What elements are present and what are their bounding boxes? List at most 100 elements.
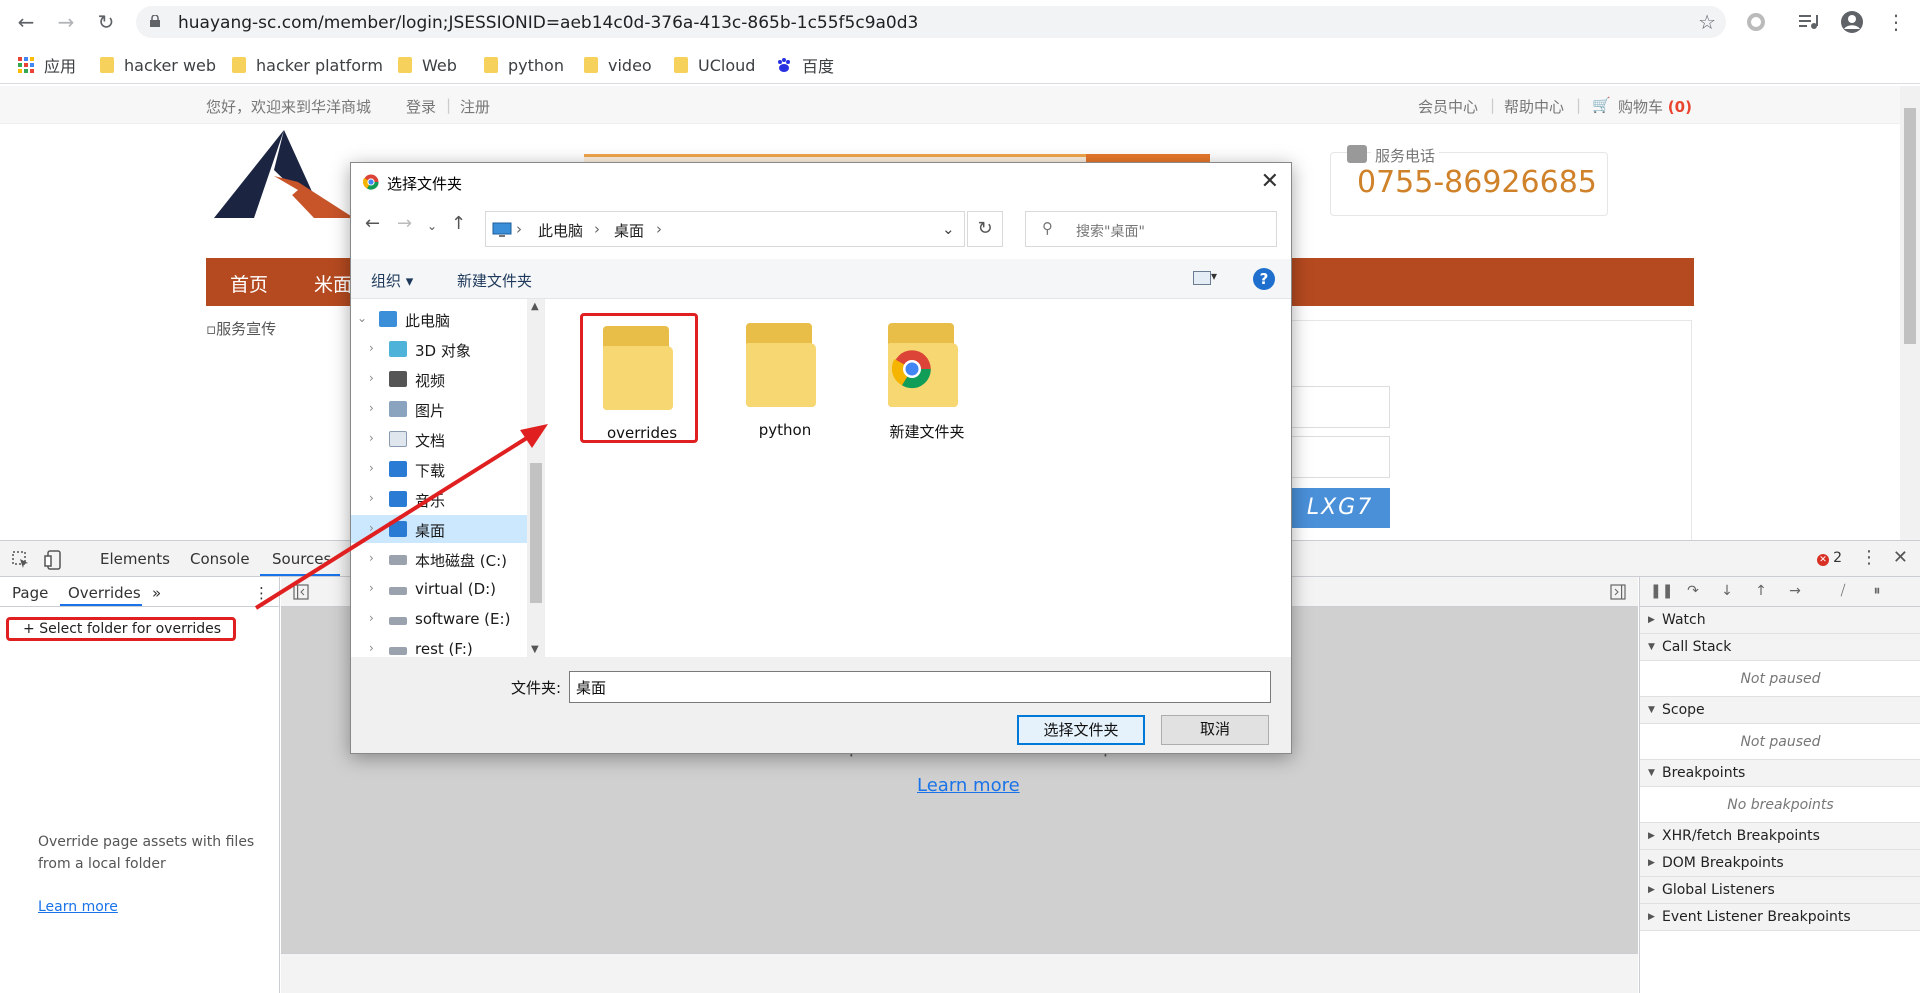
tree-item-music[interactable]: › 音乐: [351, 485, 527, 513]
toggle-navigator-icon[interactable]: [293, 584, 309, 600]
folder-overrides[interactable]: overrides: [580, 313, 698, 443]
tab-sources[interactable]: Sources: [272, 550, 331, 568]
dialog-up-icon[interactable]: ↑: [451, 213, 466, 234]
step-over-icon[interactable]: ↷: [1684, 583, 1702, 601]
bookmark-hacker-web[interactable]: hacker web: [100, 54, 216, 76]
chevron-right-icon[interactable]: ›: [369, 641, 374, 655]
pause-icon[interactable]: ❚❚: [1650, 583, 1673, 601]
omnibox[interactable]: huayang-sc.com/member/login;JSESSIONID=a…: [136, 6, 1726, 38]
recent-locations-icon[interactable]: ⌄: [427, 219, 437, 233]
address-breadcrumb[interactable]: › 此电脑 › 桌面 › ⌄: [485, 211, 965, 247]
cart-icon[interactable]: 🛒: [1592, 96, 1611, 114]
cancel-button[interactable]: 取消: [1161, 715, 1269, 745]
bookmark-apps[interactable]: 应用: [18, 54, 76, 76]
inspect-element-icon[interactable]: [12, 551, 30, 569]
cart-link[interactable]: 购物车 (0): [1618, 96, 1692, 117]
select-folder-for-overrides-button[interactable]: + Select folder for overrides: [6, 617, 236, 641]
scrollbar-thumb[interactable]: [530, 463, 542, 603]
section-scope[interactable]: ▼ Scope: [1640, 697, 1920, 724]
chevron-right-icon[interactable]: ›: [369, 341, 374, 355]
menu-kebab-icon[interactable]: ⋮: [1884, 10, 1908, 34]
path-dropdown-icon[interactable]: ⌄: [942, 220, 955, 238]
deactivate-breakpoints-icon[interactable]: ⧸: [1834, 583, 1852, 601]
section-watch[interactable]: ▶ Watch: [1640, 607, 1920, 634]
bookmark-baidu[interactable]: 百度: [776, 54, 834, 76]
more-tabs-icon[interactable]: »: [152, 584, 161, 602]
device-toolbar-icon[interactable]: [44, 550, 62, 570]
tab-page[interactable]: Page: [12, 584, 48, 602]
section-call-stack[interactable]: ▼ Call Stack: [1640, 634, 1920, 661]
pause-on-exceptions-icon[interactable]: ⏸: [1868, 583, 1886, 601]
register-link[interactable]: 注册: [460, 96, 490, 117]
error-count-badge[interactable]: ✕ 2: [1817, 550, 1842, 566]
chevron-right-icon[interactable]: ›: [369, 551, 374, 565]
chevron-right-icon[interactable]: ›: [369, 581, 374, 595]
tab-overrides[interactable]: Overrides: [68, 584, 141, 602]
profile-avatar-icon[interactable]: [1840, 10, 1864, 34]
center-learn-more-link[interactable]: Learn more: [917, 775, 1020, 796]
learn-more-link[interactable]: Learn more: [38, 899, 118, 915]
page-scrollbar[interactable]: [1900, 86, 1920, 540]
extension-icon[interactable]: [1744, 10, 1768, 34]
bookmark-hacker-platform[interactable]: hacker platform: [232, 54, 383, 76]
select-folder-button[interactable]: 选择文件夹: [1017, 715, 1145, 745]
section-xhr-breakpoints[interactable]: ▶ XHR/fetch Breakpoints: [1640, 823, 1920, 850]
tree-item-documents[interactable]: › 文档: [351, 425, 527, 453]
captcha-image[interactable]: LXG7: [1290, 488, 1390, 528]
scrollbar-thumb[interactable]: [1904, 108, 1916, 344]
tree-item-desktop[interactable]: › 桌面: [351, 515, 527, 543]
member-center-link[interactable]: 会员中心: [1418, 96, 1478, 117]
tree-item-drive-d[interactable]: › virtual (D:): [351, 575, 527, 603]
devtools-close-icon[interactable]: ✕: [1893, 547, 1908, 568]
dialog-search-input[interactable]: ⚲ 搜索"桌面": [1025, 211, 1277, 247]
section-event-listener-breakpoints[interactable]: ▶ Event Listener Breakpoints: [1640, 904, 1920, 931]
step-out-icon[interactable]: ↑: [1752, 583, 1770, 601]
view-dropdown-icon[interactable]: ▾: [1211, 269, 1217, 283]
bookmark-ucloud[interactable]: UCloud: [674, 54, 755, 76]
reload-icon[interactable]: ↻: [94, 10, 118, 34]
tree-item-3d-objects[interactable]: › 3D 对象: [351, 335, 527, 363]
help-icon[interactable]: ?: [1253, 268, 1275, 290]
step-icon[interactable]: →: [1786, 583, 1804, 601]
username-input[interactable]: [1290, 386, 1390, 428]
chevron-right-icon[interactable]: ›: [369, 431, 374, 445]
tree-item-video[interactable]: › 视频: [351, 365, 527, 393]
bookmark-star-icon[interactable]: ☆: [1698, 10, 1716, 34]
section-global-listeners[interactable]: ▶ Global Listeners: [1640, 877, 1920, 904]
help-center-link[interactable]: 帮助中心: [1504, 96, 1564, 117]
tree-item-pictures[interactable]: › 图片: [351, 395, 527, 423]
nav-item-rice[interactable]: 米面: [314, 270, 352, 297]
chevron-right-icon[interactable]: ›: [369, 611, 374, 625]
folder-python[interactable]: python: [726, 313, 844, 443]
tab-console[interactable]: Console: [190, 550, 250, 568]
organize-button[interactable]: 组织 ▾: [371, 270, 413, 291]
bookmark-python[interactable]: python: [484, 54, 564, 76]
password-input[interactable]: [1290, 436, 1390, 478]
tree-item-drive-f[interactable]: › rest (F:): [351, 635, 527, 657]
chevron-down-icon[interactable]: ⌄: [357, 311, 367, 325]
back-arrow-icon[interactable]: ←: [14, 10, 38, 34]
chevron-right-icon[interactable]: ›: [369, 491, 374, 505]
tab-elements[interactable]: Elements: [100, 550, 170, 568]
dialog-back-icon[interactable]: ←: [365, 213, 380, 234]
scroll-up-icon[interactable]: ▲: [531, 301, 539, 312]
refresh-icon[interactable]: ↻: [967, 211, 1003, 247]
tree-item-downloads[interactable]: › 下载: [351, 455, 527, 483]
scroll-down-icon[interactable]: ▼: [531, 644, 539, 655]
breadcrumb-desktop[interactable]: 桌面: [614, 220, 644, 241]
tree-item-this-pc[interactable]: ⌄ 此电脑: [351, 305, 527, 333]
tree-scrollbar[interactable]: ▲ ▼: [527, 299, 544, 657]
tree-item-drive-c[interactable]: › 本地磁盘 (C:): [351, 545, 527, 573]
chevron-right-icon[interactable]: ›: [369, 521, 374, 535]
new-folder-button[interactable]: 新建文件夹: [457, 270, 532, 291]
tree-item-drive-e[interactable]: › software (E:): [351, 605, 527, 633]
folder-new-folder[interactable]: 新建文件夹: [868, 313, 986, 443]
section-breakpoints[interactable]: ▼ Breakpoints: [1640, 760, 1920, 787]
nav-item-home[interactable]: 首页: [230, 270, 268, 297]
chevron-right-icon[interactable]: ›: [369, 461, 374, 475]
dialog-close-icon[interactable]: ✕: [1261, 169, 1279, 194]
toggle-debugger-icon[interactable]: [1610, 584, 1626, 600]
login-link[interactable]: 登录: [406, 96, 436, 117]
dialog-forward-icon[interactable]: →: [397, 213, 412, 234]
media-control-icon[interactable]: [1796, 10, 1820, 34]
